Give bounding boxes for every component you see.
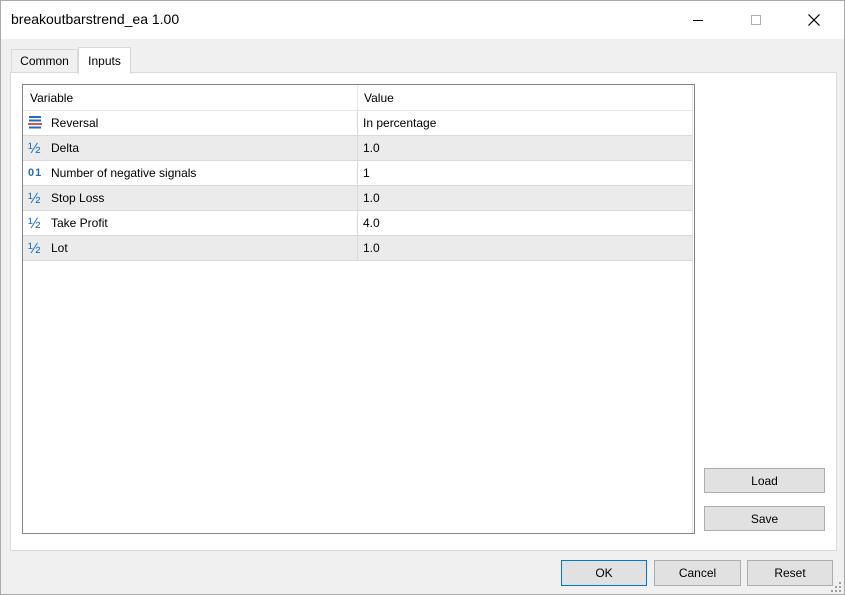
fraction-icon: ½ (28, 240, 41, 257)
maximize-icon (751, 15, 761, 25)
fraction-icon: ½ (28, 190, 41, 207)
variable-cell: ½ Stop Loss (23, 186, 358, 210)
value-cell[interactable]: 4.0 (358, 211, 693, 235)
table-row[interactable]: ½ Lot 1.0 (23, 236, 693, 261)
column-header-variable[interactable]: Variable (23, 85, 358, 111)
table-row[interactable]: ½ Take Profit 4.0 (23, 211, 693, 236)
variable-name: Delta (51, 141, 80, 155)
cancel-button[interactable]: Cancel (654, 560, 741, 586)
fraction-icon: ½ (28, 140, 41, 157)
maximize-button (733, 1, 779, 39)
tab-common-label: Common (20, 54, 69, 68)
table-row[interactable]: Reversal In percentage (23, 111, 693, 136)
variable-cell: 01 Number of negative signals (23, 161, 358, 185)
close-button[interactable] (791, 1, 837, 39)
close-icon (808, 14, 820, 26)
value-cell[interactable]: In percentage (358, 111, 693, 135)
tab-inputs[interactable]: Inputs (78, 47, 131, 74)
value-cell[interactable]: 1 (358, 161, 693, 185)
inputs-grid: Variable Value Reversal In percentage ½ … (22, 84, 695, 534)
variable-cell: ½ Lot (23, 236, 358, 260)
title-bar: breakoutbarstrend_ea 1.00 (1, 1, 844, 39)
column-header-value[interactable]: Value (358, 85, 693, 111)
integer-icon: 01 (28, 167, 43, 179)
save-button[interactable]: Save (704, 506, 825, 531)
variable-name: Lot (51, 241, 68, 255)
table-row[interactable]: 01 Number of negative signals 1 (23, 161, 693, 186)
tab-inputs-label: Inputs (88, 54, 121, 68)
minimize-icon (693, 19, 703, 21)
load-button[interactable]: Load (704, 468, 825, 493)
value-cell[interactable]: 1.0 (358, 186, 693, 210)
variable-name: Take Profit (51, 216, 108, 230)
reset-button[interactable]: Reset (747, 560, 833, 586)
variable-cell: ½ Take Profit (23, 211, 358, 235)
grid-right-border (692, 85, 693, 533)
grid-header: Variable Value (23, 85, 693, 111)
variable-name: Number of negative signals (51, 166, 197, 180)
value-cell[interactable]: 1.0 (358, 136, 693, 160)
tab-common[interactable]: Common (11, 49, 78, 72)
dialog-window: breakoutbarstrend_ea 1.00 Common Inputs … (0, 0, 845, 595)
value-cell[interactable]: 1.0 (358, 236, 693, 260)
minimize-button[interactable] (675, 1, 721, 39)
variable-cell: Reversal (23, 111, 358, 135)
resize-grip-icon[interactable] (830, 581, 842, 593)
ok-button[interactable]: OK (561, 560, 647, 586)
variable-cell: ½ Delta (23, 136, 358, 160)
variable-name: Stop Loss (51, 191, 105, 205)
table-row[interactable]: ½ Stop Loss 1.0 (23, 186, 693, 211)
table-row[interactable]: ½ Delta 1.0 (23, 136, 693, 161)
fraction-icon: ½ (28, 215, 41, 232)
enum-list-icon (28, 115, 46, 132)
variable-name: Reversal (51, 116, 99, 130)
window-title: breakoutbarstrend_ea 1.00 (11, 11, 180, 27)
